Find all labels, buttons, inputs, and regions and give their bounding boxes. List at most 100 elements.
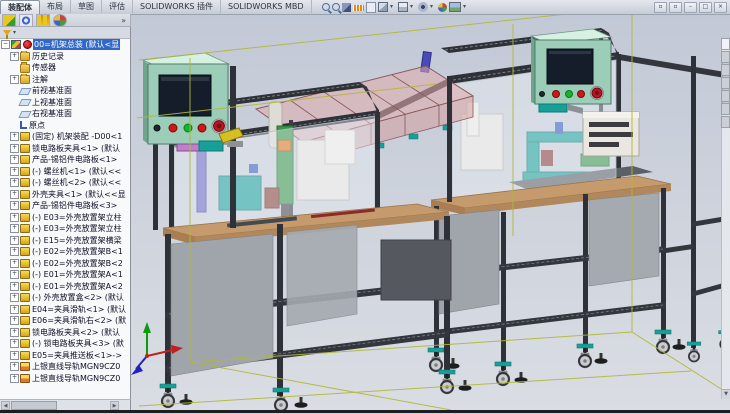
- filter-dropdown-icon[interactable]: ▾: [13, 29, 16, 36]
- expander-icon[interactable]: +: [10, 339, 19, 348]
- hmi-panel-right[interactable]: [531, 29, 611, 114]
- zoom-fit-icon[interactable]: [322, 3, 330, 11]
- tab-sketch[interactable]: 草图: [71, 0, 102, 13]
- expander-icon[interactable]: +: [10, 144, 19, 153]
- tree-item[interactable]: + 产品-锡铝件电路板<3>: [0, 200, 131, 212]
- expander-icon[interactable]: +: [10, 270, 19, 279]
- expander-icon[interactable]: +: [10, 316, 19, 325]
- expander-icon[interactable]: +: [10, 305, 19, 314]
- section-view-icon[interactable]: [342, 3, 351, 12]
- expander-icon[interactable]: +: [10, 52, 19, 61]
- expander-icon[interactable]: +: [10, 247, 19, 256]
- tree-item[interactable]: − 00=机架总装 (默认<显: [0, 39, 122, 51]
- dropdown-icon[interactable]: ▾: [390, 2, 396, 12]
- graphics-area[interactable]: [131, 14, 730, 410]
- tab-assembly[interactable]: 装配体: [0, 0, 40, 14]
- toolbar-overflow-chevron[interactable]: »: [121, 16, 126, 25]
- task-pane-tab-5[interactable]: [721, 90, 730, 102]
- tab-evaluate[interactable]: 评估: [102, 0, 133, 13]
- tree-item[interactable]: + 上银直线导轨MGN9CZ0: [0, 373, 131, 385]
- expander-icon[interactable]: +: [10, 167, 19, 176]
- expander-icon[interactable]: +: [10, 328, 19, 337]
- hide-show-items-icon[interactable]: [418, 2, 428, 12]
- scroll-down-arrow[interactable]: ▼: [722, 389, 730, 399]
- scroll-thumb[interactable]: [11, 401, 57, 410]
- dropdown-icon[interactable]: ▾: [410, 2, 416, 12]
- tree-item[interactable]: + (-) E01=外壳放置架A<1: [0, 269, 131, 281]
- tree-item[interactable]: + E04=夹具滑轨<1> (默认: [0, 304, 131, 316]
- tree-horizontal-scrollbar[interactable]: ◀ ▶: [0, 399, 131, 410]
- mate-button[interactable]: [19, 14, 33, 27]
- tree-item[interactable]: + E06=夹具滑轨右<2> (默: [0, 315, 131, 327]
- apply-scene-icon[interactable]: [449, 2, 461, 12]
- tree-item[interactable]: + (-) E02=外壳放置架B<2: [0, 258, 131, 270]
- mbd-annotation-icon[interactable]: [366, 2, 376, 13]
- appearances-button[interactable]: [53, 14, 67, 27]
- tree-item[interactable]: 右视基准面: [0, 108, 131, 120]
- expander-icon[interactable]: +: [10, 351, 19, 360]
- doc-window-button-2[interactable]: ▫: [669, 2, 682, 13]
- expander-icon[interactable]: +: [10, 374, 19, 383]
- tree-item[interactable]: + (-) E03=外壳放置架立柱: [0, 212, 131, 224]
- expander-icon[interactable]: +: [10, 178, 19, 187]
- expander-icon[interactable]: +: [10, 190, 19, 199]
- tab-solidworks-mbd[interactable]: SOLIDWORKS MBD: [221, 0, 312, 13]
- tree-item[interactable]: + (-) 螺丝机<1> (默认<<: [0, 166, 131, 178]
- task-pane-tab-3[interactable]: [721, 64, 730, 76]
- tree-item[interactable]: 传感器: [0, 62, 131, 74]
- task-pane-tab-6[interactable]: [721, 103, 730, 115]
- expander-icon[interactable]: +: [10, 236, 19, 245]
- tab-layout[interactable]: 布局: [40, 0, 71, 13]
- tab-solidworks-addins[interactable]: SOLIDWORKS 插件: [133, 0, 221, 13]
- tree-item[interactable]: + (-) E01=外壳放置架A<2: [0, 281, 131, 293]
- tree-item[interactable]: + (-) E03=外壳放置架立柱: [0, 223, 131, 235]
- white-device[interactable]: [583, 112, 639, 156]
- measure-icon[interactable]: [353, 5, 364, 11]
- display-style-icon[interactable]: [398, 2, 408, 12]
- tree-item[interactable]: + (-) 螺丝机<2> (默认<<: [0, 177, 131, 189]
- tree-item[interactable]: + (-) E02=外壳放置架B<1: [0, 246, 131, 258]
- tree-item[interactable]: + E05=夹具推送板<1>->: [0, 350, 131, 362]
- expander-icon[interactable]: +: [10, 75, 19, 84]
- minimize-button[interactable]: –: [684, 2, 697, 13]
- tree-item[interactable]: + (-) E15=外壳放置架横梁: [0, 235, 131, 247]
- expander-icon[interactable]: +: [10, 259, 19, 268]
- dropdown-icon[interactable]: ▾: [463, 2, 469, 12]
- expander-icon[interactable]: +: [10, 201, 19, 210]
- expander-icon[interactable]: +: [10, 224, 19, 233]
- tree-item[interactable]: + 锁电路板夹具<1> (默认: [0, 143, 131, 155]
- view-orientation-icon[interactable]: [378, 2, 388, 12]
- expander-icon[interactable]: +: [10, 293, 19, 302]
- tree-item[interactable]: + (固定) 机架装配 -D00<1: [0, 131, 131, 143]
- graphics-viewport[interactable]: [131, 14, 730, 410]
- filter-icon[interactable]: [3, 30, 11, 36]
- expander-icon[interactable]: +: [10, 132, 19, 141]
- doc-window-button-1[interactable]: ▫: [654, 2, 667, 13]
- tree-item[interactable]: + 外壳夹具<1> (默认<<显: [0, 189, 131, 201]
- task-pane-tab-2[interactable]: [721, 51, 730, 63]
- expander-icon[interactable]: +: [10, 362, 19, 371]
- zoom-area-icon[interactable]: [332, 3, 340, 11]
- expander-icon[interactable]: −: [1, 40, 10, 49]
- tree-item[interactable]: + (-) 外壳放置盒<2> (默认: [0, 292, 131, 304]
- tree-item[interactable]: 上视基准面: [0, 97, 131, 109]
- expander-icon[interactable]: +: [10, 155, 19, 164]
- component-pattern-button[interactable]: [36, 14, 50, 27]
- restore-button[interactable]: □: [699, 2, 712, 13]
- tree-item[interactable]: 前视基准面: [0, 85, 131, 97]
- edit-appearance-icon[interactable]: [438, 3, 447, 12]
- insert-components-button[interactable]: [2, 14, 16, 27]
- expander-icon[interactable]: +: [10, 282, 19, 291]
- tree-item[interactable]: 原点: [0, 120, 131, 132]
- task-pane-tab-4[interactable]: [721, 77, 730, 89]
- tree-item[interactable]: + 历史记录: [0, 51, 131, 63]
- tree-item[interactable]: + 产品-锡铝件电路板<1>: [0, 154, 131, 166]
- task-pane-tab-1[interactable]: [721, 38, 730, 50]
- tree-item[interactable]: + 上银直线导轨MGN9CZ0: [0, 361, 131, 373]
- close-button[interactable]: ×: [714, 2, 727, 13]
- task-pane-tab-7[interactable]: [721, 116, 730, 128]
- tree-item[interactable]: + (-) 锁电路板夹具<3> (默: [0, 338, 131, 350]
- scroll-right-arrow[interactable]: ▶: [110, 401, 119, 410]
- tree-item[interactable]: + 注解: [0, 74, 131, 86]
- expander-icon[interactable]: +: [10, 213, 19, 222]
